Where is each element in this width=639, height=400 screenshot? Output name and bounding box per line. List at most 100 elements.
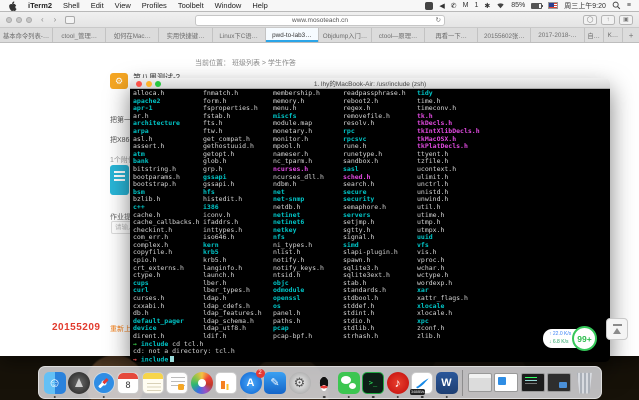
browser-tab-4[interactable]: 实用快捷键… <box>159 28 212 42</box>
terminal-output[interactable]: alloca.hapache2apr-1ar.harchitecturearpa… <box>130 89 610 362</box>
minimized-window-1[interactable] <box>468 373 492 392</box>
dock-item-photos[interactable] <box>191 372 213 394</box>
dock-item-safari[interactable] <box>93 372 115 394</box>
browser-tab-9[interactable]: 再看一下… <box>425 28 478 42</box>
dock-item-pencil[interactable]: ✎ <box>264 372 286 394</box>
terminal-minimize-button[interactable] <box>146 81 152 87</box>
dock-item-settings[interactable]: ⚙ <box>289 372 311 394</box>
reload-icon[interactable]: ↻ <box>436 16 441 24</box>
browser-tab-3[interactable]: 如何在Mac… <box>106 28 159 42</box>
browser-tab-7[interactable]: Objdump入门… <box>319 28 372 42</box>
dock-item-finder[interactable]: ☺ <box>44 372 66 394</box>
back-button[interactable]: ‹ <box>41 15 44 24</box>
terminal-zoom-button[interactable] <box>155 81 161 87</box>
tab-overview-button[interactable]: ▣ <box>619 15 633 25</box>
menu-toolbelt[interactable]: Toolbelt <box>178 1 204 10</box>
forward-button[interactable]: › <box>54 15 57 24</box>
minimized-window-2[interactable] <box>494 373 518 392</box>
new-tab-button[interactable]: + <box>623 28 639 42</box>
dock-item-trash[interactable] <box>574 372 596 394</box>
minimized-window-3[interactable] <box>521 373 545 392</box>
trash-icon <box>574 372 596 394</box>
dock-item-iterm[interactable]: >_ <box>362 372 384 394</box>
menu-help[interactable]: Help <box>252 1 267 10</box>
browser-tab-12[interactable]: 自… <box>585 28 604 42</box>
listing-column-5: tidytime.htimeconv.htk.htkDecls.htkIntXl… <box>417 90 480 341</box>
browser-tab-5[interactable]: Linux下C语… <box>213 28 266 42</box>
browser-tab-2[interactable]: ctool_管理… <box>53 28 106 42</box>
pencil-icon: ✎ <box>264 372 286 394</box>
menu-app-name[interactable]: iTerm2 <box>28 1 52 10</box>
qq-icon <box>313 372 335 394</box>
sidebar-button[interactable] <box>65 16 75 24</box>
qq-running-indicator <box>323 396 326 399</box>
safari-icon <box>93 372 115 394</box>
launchpad-icon <box>68 372 90 394</box>
browser-close-button[interactable] <box>6 17 12 23</box>
settings-icon: ⚙ <box>289 372 311 394</box>
browser-tab-6[interactable]: pwd-to-lab3… <box>266 28 319 42</box>
browser-tab-1[interactable]: 基本命令列表-… <box>0 28 53 42</box>
dock: ☺ 8 A2✎⚙ >_♪3488B/s W <box>38 366 602 399</box>
listing-column-3: membership.hmemory.hmenu.hmiscfsmodule.m… <box>273 90 324 341</box>
minimized-window-4[interactable] <box>547 373 571 392</box>
wifi-icon[interactable] <box>496 1 505 10</box>
menu-edit[interactable]: Edit <box>91 1 104 10</box>
terminal-titlebar[interactable]: 1. lhy的MacBook-Air: /usr/include (zsh) <box>130 78 610 89</box>
network-score-badge[interactable]: 99+ <box>572 326 597 351</box>
status-m-label[interactable]: M <box>463 2 469 9</box>
address-bar[interactable]: www.mosoteach.cn ↻ <box>195 15 445 26</box>
menu-view[interactable]: View <box>115 1 131 10</box>
menu-window[interactable]: Window <box>215 1 242 10</box>
dock-item-music[interactable]: ♪ <box>387 372 409 394</box>
dock-item-launchpad[interactable] <box>68 372 90 394</box>
dock-item-xunlei[interactable]: 3488B/s <box>411 372 433 394</box>
battery-percent: 85% <box>511 2 525 9</box>
clock-text[interactable]: 周三上午9:20 <box>564 1 606 11</box>
word-icon: W <box>436 372 458 394</box>
volume-icon[interactable]: ◀ <box>439 2 444 10</box>
phone-icon[interactable]: ✆ <box>451 2 457 10</box>
terminal-close-button[interactable] <box>136 81 142 87</box>
browser-minimize-button[interactable] <box>16 17 22 23</box>
downloads-button[interactable]: ◯ <box>583 15 597 25</box>
dock-item-qq[interactable] <box>313 372 335 394</box>
url-text: www.mosoteach.cn <box>292 17 348 24</box>
apple-menu-icon[interactable] <box>8 1 17 11</box>
dock-item-word[interactable]: W <box>436 372 458 394</box>
documents-icon <box>166 372 188 394</box>
fan-icon[interactable]: ✱ <box>484 2 490 10</box>
browser-tab-13[interactable]: K… <box>604 28 623 42</box>
browser-tab-8[interactable]: ctool—原理… <box>372 28 425 42</box>
spotlight-search-icon[interactable] <box>612 1 621 10</box>
status-one-label: 1 <box>474 2 478 9</box>
status-app-icon[interactable] <box>425 2 433 10</box>
listing-column-4: readpassphrase.hreboot2.hregex.hremovefi… <box>343 90 406 341</box>
finder-icon: ☺ <box>44 372 66 394</box>
appstore-badge: 2 <box>256 369 265 378</box>
battery-icon[interactable] <box>531 3 542 9</box>
dock-item-documents[interactable] <box>166 372 188 394</box>
xunlei-speed-badge: 3488B/s <box>410 389 425 395</box>
menu-profiles[interactable]: Profiles <box>142 1 167 10</box>
dock-item-pages[interactable] <box>215 372 237 394</box>
dock-item-calendar[interactable]: 8 <box>117 372 139 394</box>
status-tray: ◀ ✆ M 1 ✱ 85% 周三上午9:20 ≡ <box>425 1 631 11</box>
browser-tab-11[interactable]: 2017-2018-… <box>531 28 584 42</box>
pages-icon <box>215 372 237 394</box>
file-entry: zlib.h <box>417 333 480 341</box>
menu-shell[interactable]: Shell <box>63 1 80 10</box>
share-button[interactable]: ↑ <box>601 15 615 25</box>
browser-tab-10[interactable]: 20155602张… <box>478 28 531 42</box>
dock-item-notes[interactable] <box>142 372 164 394</box>
attachment-file-icon[interactable] <box>110 165 129 195</box>
input-language-flag-icon[interactable] <box>548 2 558 9</box>
browser-zoom-button[interactable] <box>26 17 32 23</box>
dock-item-wechat[interactable] <box>338 372 360 394</box>
dock-item-appstore[interactable]: A2 <box>240 372 262 394</box>
notification-center-icon[interactable]: ≡ <box>627 2 631 9</box>
finder-running-indicator <box>53 396 56 399</box>
prompt-line-current: → include <box>133 356 174 362</box>
breadcrumb: 当前位置： 班级列表 > 学生作答 <box>195 58 296 68</box>
scroll-to-top-button[interactable] <box>606 318 628 340</box>
